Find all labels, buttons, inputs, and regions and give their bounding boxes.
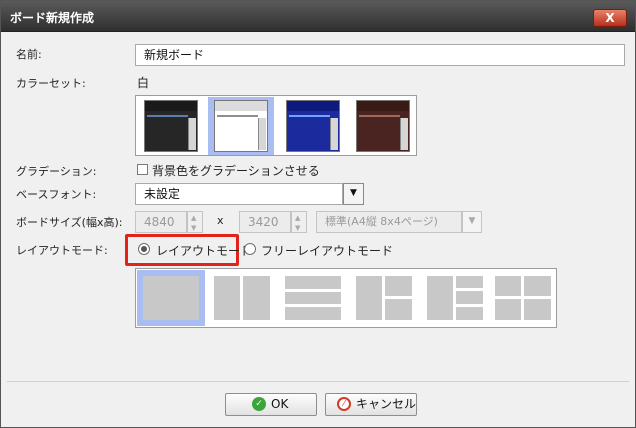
- gradient-checkbox[interactable]: [137, 164, 148, 175]
- font-label: ベースフォント:: [16, 188, 97, 201]
- footer-divider: [7, 381, 629, 382]
- free-layout-radio-label[interactable]: フリーレイアウトモード: [261, 242, 393, 259]
- template-mixed-middle[interactable]: [421, 270, 489, 326]
- times-label: x: [217, 214, 224, 227]
- size-preset-dropdown-button[interactable]: ▼: [462, 211, 482, 233]
- template-four-grid[interactable]: [489, 270, 557, 326]
- gradient-label: グラデーション:: [16, 165, 97, 178]
- name-label: 名前:: [16, 48, 42, 61]
- title-bar[interactable]: ボード新規作成 X: [1, 1, 635, 32]
- height-stepper[interactable]: ▲ ▼: [291, 211, 307, 233]
- ok-button[interactable]: ✓ OK: [225, 393, 317, 416]
- swatch-brown[interactable]: [356, 100, 410, 152]
- layout-template-panel: [135, 268, 557, 328]
- close-icon: X: [605, 11, 615, 25]
- height-input[interactable]: 3420: [239, 211, 291, 233]
- chevron-down-icon: ▼: [350, 188, 357, 198]
- width-input[interactable]: 4840: [135, 211, 187, 233]
- layout-mode-radio[interactable]: [138, 243, 150, 255]
- size-label: ボードサイズ(幅x高):: [16, 216, 123, 229]
- check-icon: ✓: [252, 397, 266, 411]
- gradient-checkbox-label[interactable]: 背景色をグラデーションさせる: [152, 162, 320, 179]
- template-mixed-right[interactable]: [350, 270, 418, 326]
- colorset-label: カラーセット:: [16, 77, 86, 90]
- chevron-down-icon: ▼: [468, 216, 476, 226]
- dialog-title: ボード新規作成: [10, 11, 95, 25]
- close-button[interactable]: X: [593, 9, 627, 27]
- size-preset-select[interactable]: 標準(A4縦 8x4ページ): [316, 211, 462, 233]
- font-dropdown-button[interactable]: ▼: [343, 183, 364, 205]
- swatch-white[interactable]: [214, 100, 268, 152]
- layout-mode-radio-label[interactable]: レイアウトモード: [156, 242, 252, 259]
- layout-mode-label: レイアウトモード:: [16, 244, 108, 257]
- template-two-columns[interactable]: [208, 270, 276, 326]
- cancel-button[interactable]: ⁄ キャンセル: [325, 393, 417, 416]
- cancel-icon: ⁄: [337, 397, 351, 411]
- swatch-blue[interactable]: [286, 100, 340, 152]
- font-select[interactable]: 未設定: [135, 183, 343, 205]
- cancel-label: キャンセル: [356, 397, 417, 411]
- name-input[interactable]: 新規ボード: [135, 44, 625, 66]
- template-three-rows[interactable]: [279, 270, 347, 326]
- template-single[interactable]: [137, 270, 205, 326]
- colorset-value: 白: [137, 76, 150, 90]
- free-layout-radio[interactable]: [244, 243, 256, 255]
- swatch-black[interactable]: [144, 100, 198, 152]
- width-stepper[interactable]: ▲ ▼: [187, 211, 203, 233]
- ok-label: OK: [271, 397, 289, 411]
- new-board-dialog: ボード新規作成 X 名前: 新規ボード カラーセット: 白 グラデーション: 背…: [0, 0, 636, 428]
- colorset-panel: [135, 95, 417, 156]
